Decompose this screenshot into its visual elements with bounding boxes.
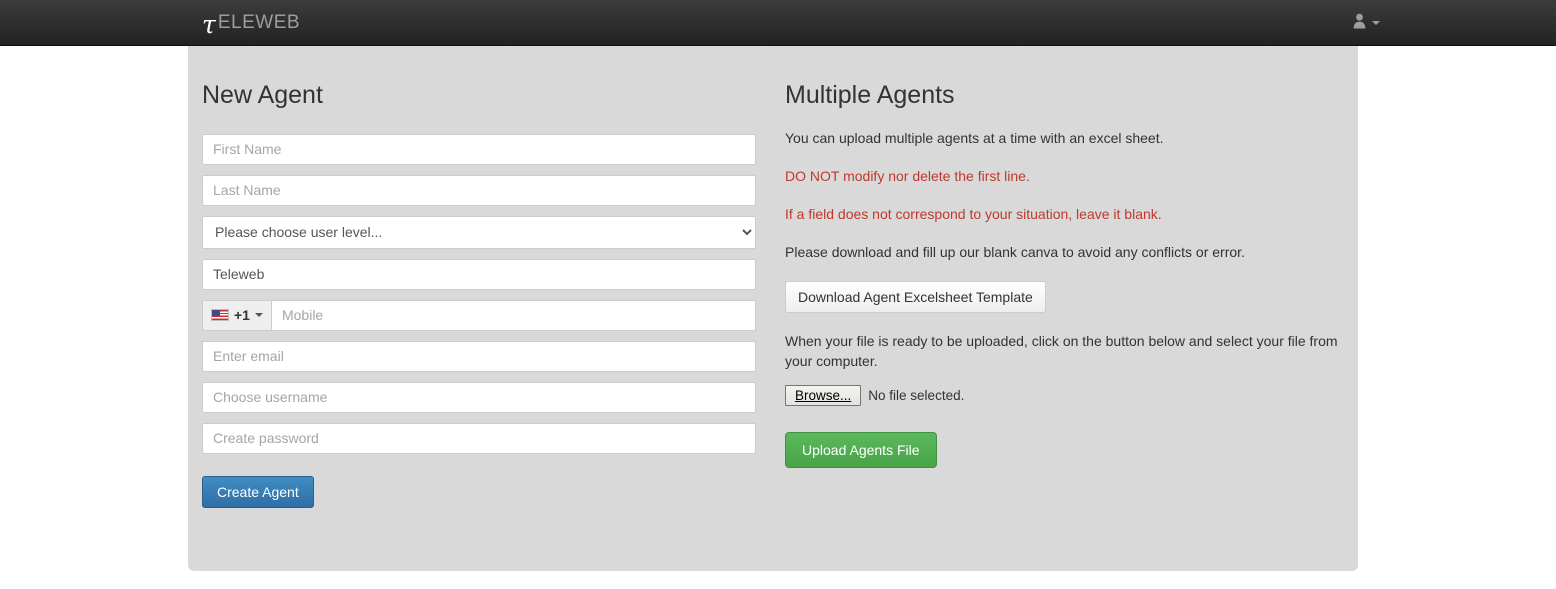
country-code-selector[interactable]: +1 xyxy=(203,300,272,330)
phone-input-wrapper: +1 xyxy=(202,299,756,331)
username-input[interactable] xyxy=(202,381,756,413)
dial-code-label: +1 xyxy=(234,307,250,323)
user-level-group: Please choose user level... xyxy=(202,215,772,249)
last-name-input[interactable] xyxy=(202,174,756,206)
new-agent-title: New Agent xyxy=(202,81,323,109)
email-group xyxy=(202,340,772,372)
multiple-agents-column: Multiple Agents You can upload multiple … xyxy=(785,46,1345,469)
browse-file-button[interactable]: Browse... xyxy=(785,385,862,407)
content-panel: New Agent Please choose user level... xyxy=(188,46,1358,571)
download-template-button[interactable]: Download Agent Excelsheet Template xyxy=(785,280,1046,313)
mobile-group: +1 xyxy=(202,299,772,331)
file-input-row: Browse... No file selected. xyxy=(785,385,1345,407)
password-input[interactable] xyxy=(202,422,756,454)
warning-blank-field: If a field does not correspond to your s… xyxy=(785,206,1162,223)
download-note: Please download and fill up our blank ca… xyxy=(785,244,1245,261)
file-status-label: No file selected. xyxy=(868,388,965,404)
top-navbar: τ ELEWEB xyxy=(0,0,1556,46)
mobile-input[interactable] xyxy=(271,300,755,330)
new-agent-form: Please choose user level... +1 xyxy=(202,133,772,508)
tau-logo-icon: τ xyxy=(202,9,216,39)
user-menu[interactable] xyxy=(1352,0,1380,46)
multiple-agents-intro: You can upload multiple agents at a time… xyxy=(785,129,1164,146)
us-flag-icon xyxy=(211,309,229,321)
first-name-input[interactable] xyxy=(202,133,756,165)
last-name-group xyxy=(202,174,772,206)
brand-logo[interactable]: τ ELEWEB xyxy=(202,0,300,46)
upload-note: When your file is ready to be uploaded, … xyxy=(785,332,1338,369)
company-input[interactable] xyxy=(202,258,756,290)
chevron-down-icon xyxy=(1372,21,1380,25)
upload-agents-file-button[interactable]: Upload Agents File xyxy=(785,432,937,469)
first-name-group xyxy=(202,133,772,165)
warning-first-line: DO NOT modify nor delete the first line. xyxy=(785,167,1030,184)
email-input[interactable] xyxy=(202,340,756,372)
company-group xyxy=(202,258,772,290)
user-level-select[interactable]: Please choose user level... xyxy=(202,215,756,249)
brand-name: ELEWEB xyxy=(217,12,301,33)
username-group xyxy=(202,381,772,413)
multiple-agents-title: Multiple Agents xyxy=(785,81,955,109)
user-icon xyxy=(1352,13,1367,34)
create-agent-button[interactable]: Create Agent xyxy=(202,475,314,508)
password-group xyxy=(202,422,772,454)
chevron-down-icon xyxy=(254,313,263,317)
new-agent-column: New Agent Please choose user level... xyxy=(202,46,772,508)
